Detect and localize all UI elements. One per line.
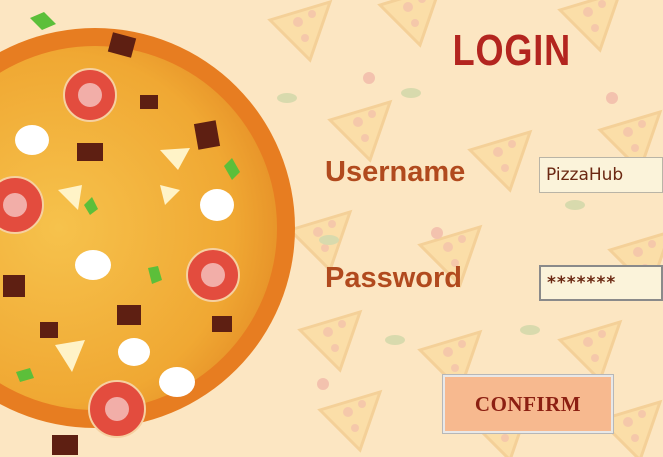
username-field[interactable] xyxy=(539,157,663,193)
confirm-button[interactable]: CONFIRM xyxy=(443,375,613,433)
password-label: Password xyxy=(325,262,462,294)
login-title: LOGIN xyxy=(452,26,571,75)
password-field[interactable] xyxy=(539,265,663,301)
pizza-illustration xyxy=(0,12,295,455)
username-label: Username xyxy=(325,156,466,188)
